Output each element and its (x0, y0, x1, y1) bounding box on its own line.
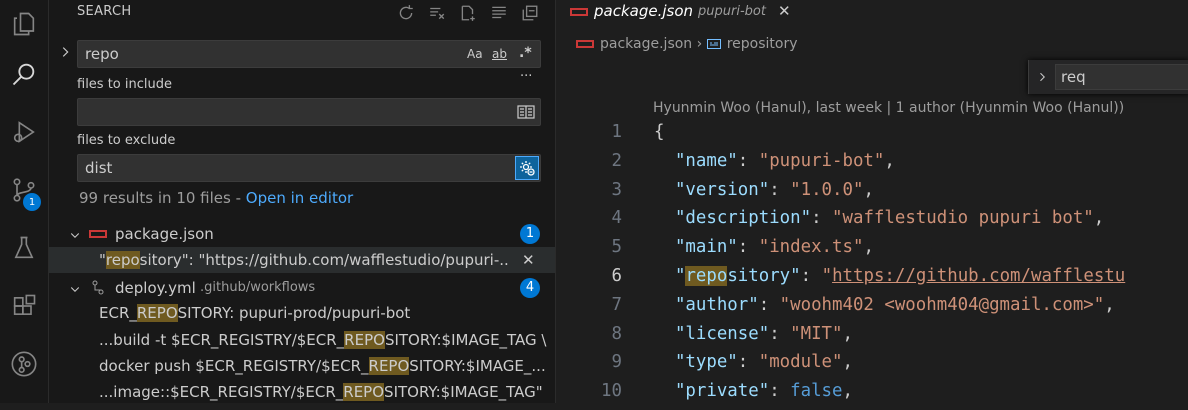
result-file-name: deploy.yml (115, 279, 196, 297)
match-highlight: repo (685, 266, 728, 286)
result-file-package-json[interactable]: package.json 1 (49, 221, 555, 247)
line-number: 6 (611, 266, 622, 286)
chevron-down-icon (70, 233, 80, 238)
search-panel: SEARCH repo Aa ab .* ··· files to includ… (49, 0, 556, 403)
close-tab-icon[interactable]: ✕ (778, 2, 791, 20)
explorer-icon[interactable] (0, 0, 48, 48)
include-label: files to include (77, 77, 172, 92)
result-match-row[interactable]: ...build -t $ECR_REGISTRY/$ECR_REPOSITOR… (49, 327, 555, 353)
toggle-replace-chevron-icon[interactable] (58, 45, 72, 59)
breadcrumb-file[interactable]: package.json (600, 36, 692, 52)
code-text: "version": "1.0.0", (674, 179, 874, 200)
match-highlight: repo (105, 251, 140, 269)
breadcrumb-separator-icon: › (696, 36, 707, 52)
source-control-icon[interactable]: 1 (0, 166, 48, 214)
code-text: "author": "woohm402 <woohm404@gmail.com>… (674, 294, 1115, 315)
extensions-icon[interactable] (0, 282, 48, 330)
find-widget: req (1028, 60, 1188, 94)
collapse-all-icon[interactable] (519, 2, 541, 24)
code-text: "type": "module", (674, 352, 853, 373)
match-highlight: REPO (368, 357, 410, 375)
files-to-include-input[interactable] (77, 98, 541, 126)
result-match-row[interactable]: ECR_REPOSITORY: pupuri-prod/pupuri-bot (49, 300, 555, 326)
string-symbol-icon (706, 39, 721, 49)
result-file-deploy-yml[interactable]: deploy.yml .github/workflows 4 (49, 275, 555, 301)
more-options-icon[interactable]: ··· (520, 69, 532, 84)
results-summary: 99 results in 10 files - Open in editor (79, 189, 354, 207)
line-number: 2 (611, 150, 622, 171)
git-graph-icon[interactable] (0, 340, 48, 388)
match-case-toggle[interactable]: Aa (467, 47, 483, 61)
line-number: 4 (611, 208, 622, 229)
result-file-path: .github/workflows (200, 280, 316, 295)
files-to-exclude-input[interactable]: dist (77, 154, 541, 182)
line-number: 9 (611, 352, 622, 373)
breadcrumb-symbol[interactable]: repository (727, 36, 798, 52)
dismiss-result-icon[interactable]: ✕ (522, 247, 535, 273)
match-highlight: REPO (344, 331, 385, 349)
toggle-replace-chevron-icon[interactable] (1036, 71, 1048, 83)
chevron-down-icon (70, 287, 80, 292)
line-number: 5 (611, 237, 622, 258)
open-in-editor-link[interactable]: Open in editor (246, 189, 353, 207)
result-count-badge: 4 (520, 278, 540, 298)
result-match-row[interactable]: ...image::$ECR_REGISTRY/$ECR_REPOSITORY:… (49, 379, 555, 405)
code-text: { (654, 122, 665, 142)
git-action-icon (92, 280, 104, 295)
tab-package-json[interactable]: package.json pupuri-bot ✕ (556, 0, 802, 24)
npm-icon (570, 8, 588, 16)
search-open-editors-icon[interactable] (517, 104, 535, 124)
breadcrumb: package.json › repository (576, 36, 798, 52)
match-highlight: REPO (343, 383, 385, 401)
line-number: 3 (611, 179, 622, 200)
code-text: "description": "wafflestudio pupuri bot"… (674, 208, 1105, 229)
testing-icon[interactable] (0, 224, 48, 272)
run-debug-icon[interactable] (0, 108, 48, 156)
search-actions (395, 2, 541, 24)
code-text: "repository": "https://github.com/waffle… (674, 266, 1126, 286)
result-file-name: package.json (115, 225, 214, 243)
editor-area: package.json pupuri-bot ✕ package.json ›… (556, 0, 1188, 403)
line-number: 1 (611, 122, 622, 142)
npm-icon (89, 230, 107, 238)
search-icon[interactable] (0, 50, 48, 98)
tab-description: pupuri-bot (698, 4, 766, 19)
whole-word-toggle[interactable]: ab (492, 47, 507, 61)
exclude-label: files to exclude (77, 133, 176, 148)
result-count-badge: 1 (520, 224, 540, 244)
npm-icon (576, 40, 594, 48)
code-text: "license": "MIT", (674, 323, 853, 344)
find-input[interactable]: req (1055, 64, 1188, 90)
regex-toggle[interactable]: .* (519, 45, 532, 61)
tab-label: package.json (594, 2, 694, 20)
git-blame-codelens[interactable]: Hyunmin Woo (Hanul), last week | 1 autho… (653, 100, 1124, 116)
code-text: "private": false, (674, 381, 853, 402)
activity-bar: 1 (0, 0, 49, 403)
scm-badge: 1 (23, 193, 41, 211)
use-exclude-settings-icon[interactable] (515, 156, 539, 180)
view-as-tree-icon[interactable] (488, 2, 510, 24)
line-number: 7 (611, 294, 622, 315)
refresh-icon[interactable] (395, 2, 417, 24)
panel-title: SEARCH (77, 4, 132, 19)
code-text: "name": "pupuri-bot", (674, 150, 895, 171)
new-search-editor-icon[interactable] (457, 2, 479, 24)
code-text: "main": "index.ts", (674, 237, 874, 258)
match-highlight: REPO (136, 304, 178, 322)
result-match-row[interactable]: docker push $ECR_REGISTRY/$ECR_REPOSITOR… (49, 353, 555, 379)
line-number: 10 (601, 381, 622, 402)
result-match-row[interactable]: "repository": "https://github.com/waffle… (49, 247, 555, 273)
line-number: 8 (611, 323, 622, 344)
clear-results-icon[interactable] (426, 2, 448, 24)
